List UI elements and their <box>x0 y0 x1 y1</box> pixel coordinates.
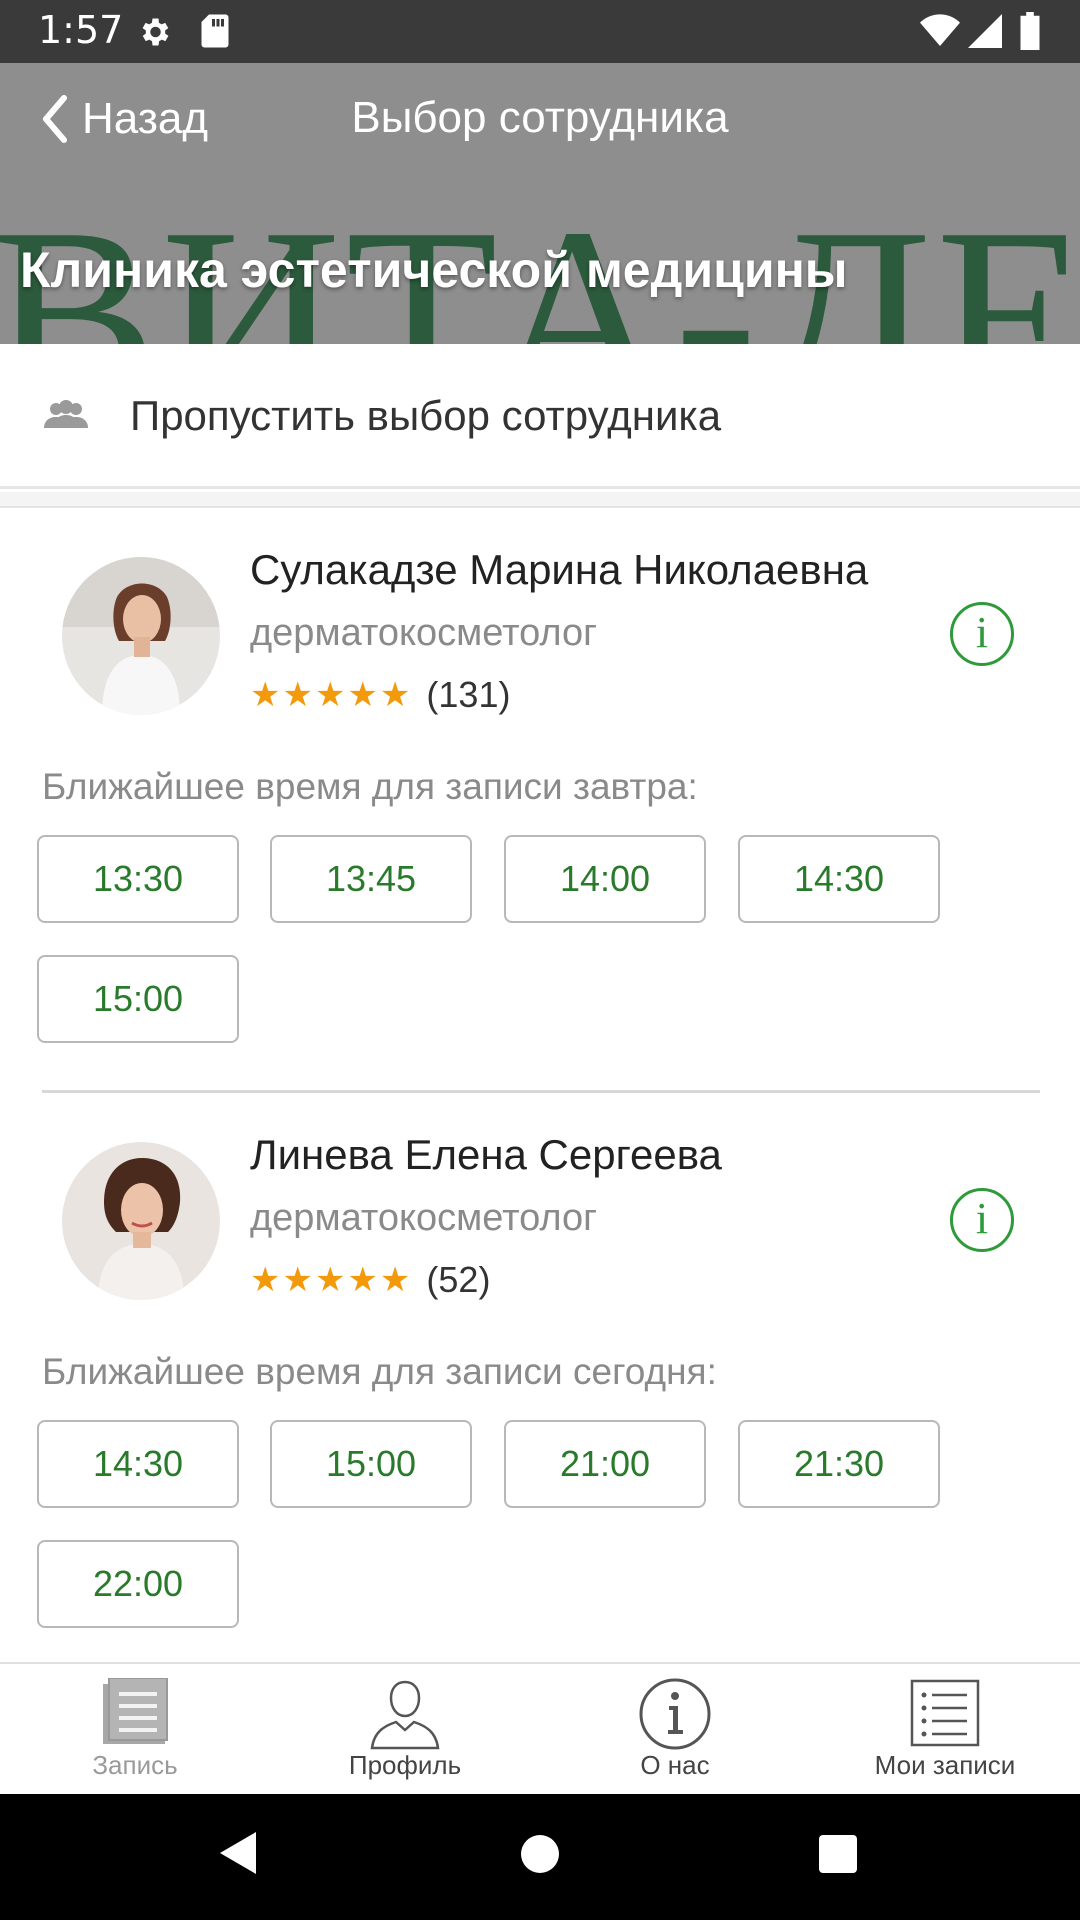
clinic-name: Клиника эстетической медицины <box>20 242 848 298</box>
record-icon <box>103 1678 168 1744</box>
time-slot-button[interactable]: 22:00 <box>37 1540 239 1628</box>
nearest-time-label: Ближайшее время для записи сегодня: <box>42 1351 717 1392</box>
skip-employee-button[interactable]: Пропустить выбор сотрудника <box>0 344 1080 489</box>
nav-item-my-records[interactable]: Мои записи <box>810 1664 1080 1796</box>
nav-label-record: Запись <box>92 1750 178 1780</box>
nav-label-about: О нас <box>640 1750 710 1780</box>
avatar[interactable] <box>62 557 220 715</box>
review-count: (131) <box>426 674 511 715</box>
rating-stars: ★★★★★ <box>250 675 413 715</box>
cellular-signal-icon <box>968 14 1002 53</box>
time-slot-button[interactable]: 14:30 <box>37 1420 239 1508</box>
nav-label-my-records: Мои записи <box>874 1750 1016 1780</box>
employee-info-button[interactable]: i <box>950 602 1014 666</box>
nav-item-about[interactable]: О нас <box>540 1664 810 1796</box>
time-slot-button[interactable]: 21:00 <box>504 1420 706 1508</box>
settings-gear-icon <box>136 14 172 55</box>
profile-icon <box>370 1680 440 1750</box>
review-count: (52) <box>426 1259 491 1300</box>
nav-label-profile: Профиль <box>348 1750 462 1780</box>
nearest-time-label: Ближайшее время для записи завтра: <box>42 766 698 807</box>
status-bar: 1:57 <box>0 0 1080 63</box>
info-icon: i <box>975 608 989 657</box>
back-triangle-icon[interactable] <box>218 1830 258 1881</box>
system-navigation-bar <box>0 1794 1080 1920</box>
list-icon <box>910 1679 980 1747</box>
rating-stars: ★★★★★ <box>250 1260 413 1300</box>
group-icon <box>42 400 90 435</box>
card-divider <box>42 1090 1040 1093</box>
recents-square-icon[interactable] <box>818 1834 858 1879</box>
avatar[interactable] <box>62 1142 220 1300</box>
employee-name: Сулакадзе Марина Николаевна <box>250 546 869 593</box>
time-slot-button[interactable]: 15:00 <box>37 955 239 1043</box>
header: ВИТА-ДЕРМА Назад Выбор сотрудника Клиник… <box>0 63 1080 344</box>
time-slot-button[interactable]: 21:30 <box>738 1420 940 1508</box>
skip-employee-label: Пропустить выбор сотрудника <box>130 392 722 439</box>
employee-rating: ★★★★★ (131) <box>250 674 510 716</box>
section-divider <box>0 492 1080 508</box>
wifi-icon <box>920 14 960 53</box>
time-slot-button[interactable]: 14:30 <box>738 835 940 923</box>
time-slot-button[interactable]: 15:00 <box>270 1420 472 1508</box>
nav-item-record[interactable]: Запись <box>0 1664 270 1796</box>
employee-role: дерматокосметолог <box>250 612 598 654</box>
time-slot-button[interactable]: 14:00 <box>504 835 706 923</box>
status-time: 1:57 <box>38 8 124 52</box>
home-circle-icon[interactable] <box>520 1834 560 1879</box>
nav-item-profile[interactable]: Профиль <box>270 1664 540 1796</box>
info-icon <box>639 1678 711 1750</box>
employee-name: Линева Елена Сергеева <box>250 1131 722 1178</box>
page-title: Выбор сотрудника <box>351 93 729 142</box>
employee-info-button[interactable]: i <box>950 1188 1014 1252</box>
employee-role: дерматокосметолог <box>250 1197 598 1239</box>
time-slot-button[interactable]: 13:30 <box>37 835 239 923</box>
info-icon: i <box>975 1194 989 1243</box>
bottom-navigation: Запись Профиль О нас Мои записи <box>0 1662 1080 1794</box>
battery-icon <box>1018 12 1042 55</box>
sd-card-icon <box>200 13 230 54</box>
employee-rating: ★★★★★ (52) <box>250 1259 490 1301</box>
time-slot-button[interactable]: 13:45 <box>270 835 472 923</box>
